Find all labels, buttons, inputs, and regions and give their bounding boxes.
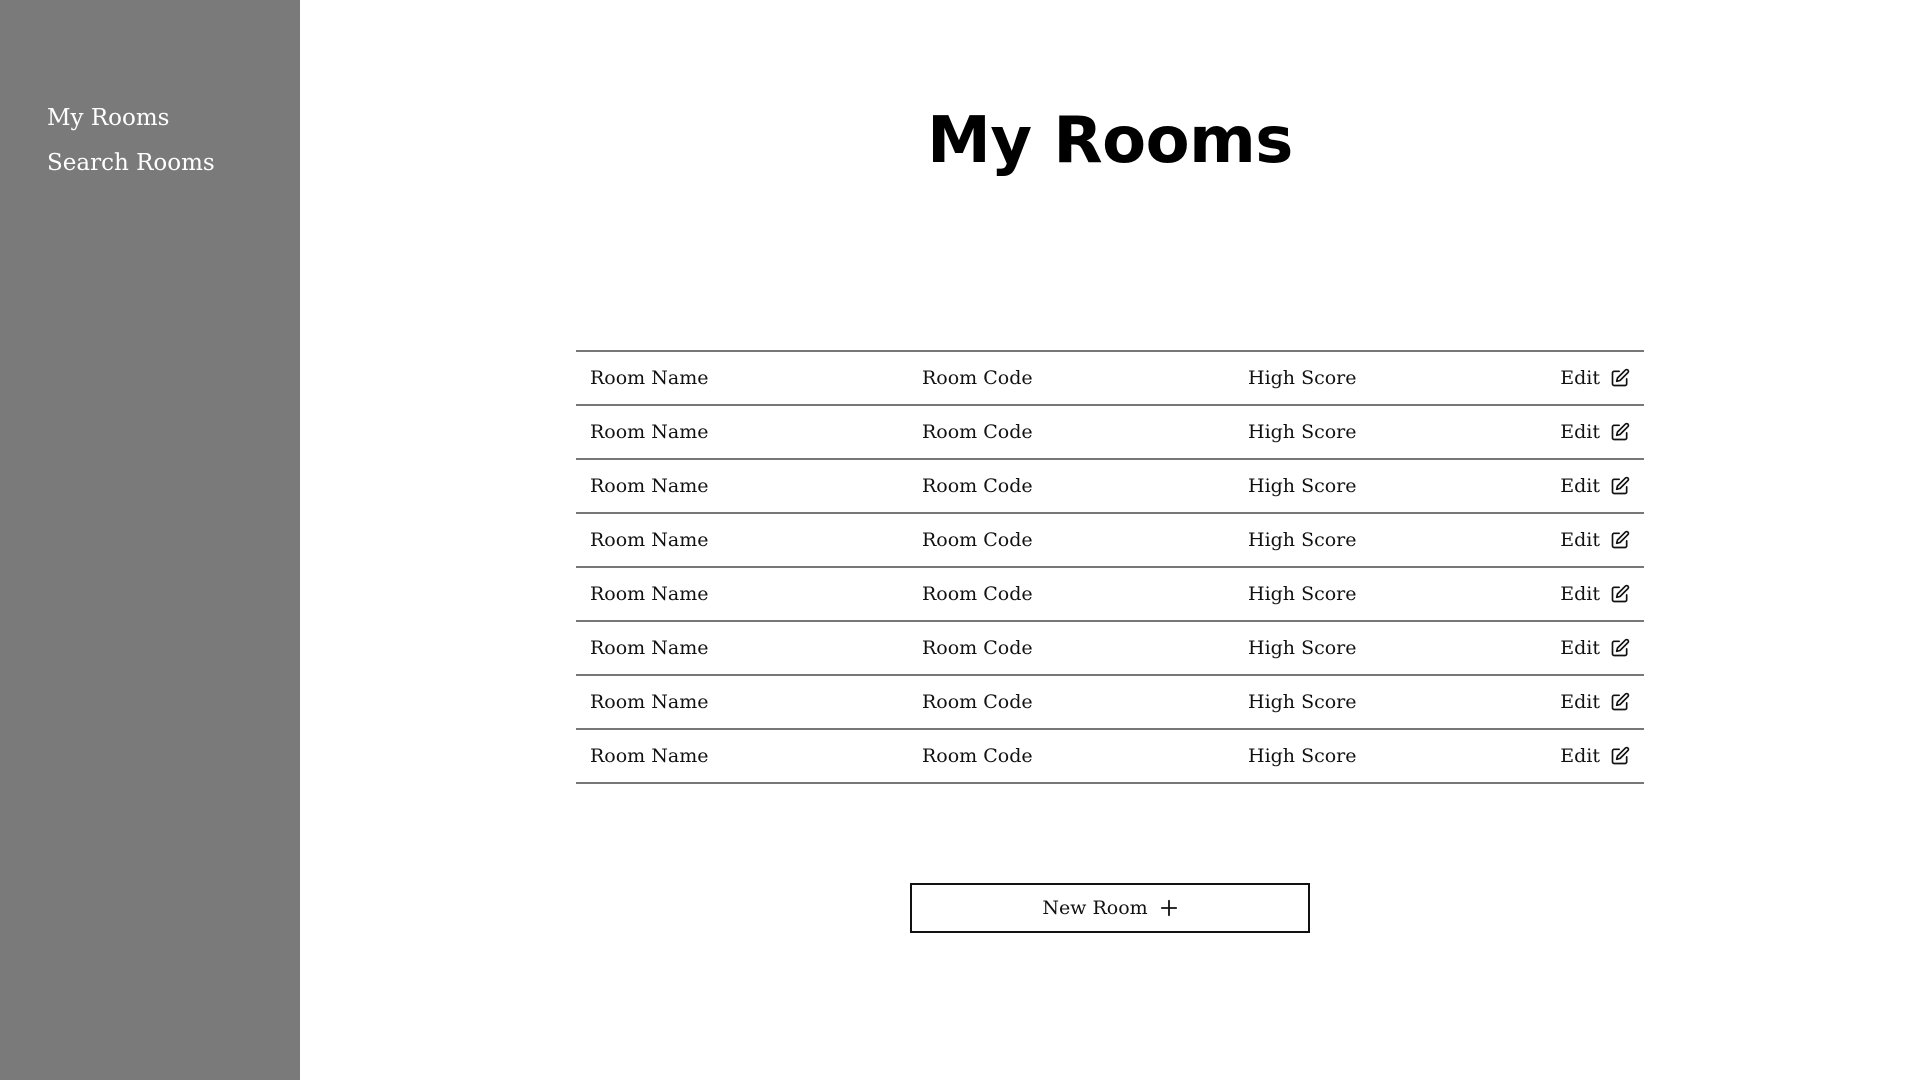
room-name-cell: Room Name bbox=[590, 475, 709, 497]
table-row: Room Name Room Code High Score Edit bbox=[576, 568, 1644, 622]
table-row: Room Name Room Code High Score Edit bbox=[576, 514, 1644, 568]
room-name-cell: Room Name bbox=[590, 637, 709, 659]
room-code-cell: Room Code bbox=[922, 529, 1033, 551]
edit-button[interactable]: Edit bbox=[1560, 568, 1630, 620]
sidebar: My Rooms Search Rooms bbox=[0, 0, 300, 1080]
table-row: Room Name Room Code High Score Edit bbox=[576, 352, 1644, 406]
high-score-cell: High Score bbox=[1248, 529, 1357, 551]
edit-button[interactable]: Edit bbox=[1560, 622, 1630, 674]
plus-icon bbox=[1160, 899, 1177, 917]
edit-label: Edit bbox=[1560, 583, 1600, 605]
rooms-table: Room Name Room Code High Score Edit Room… bbox=[576, 350, 1644, 784]
high-score-cell: High Score bbox=[1248, 475, 1357, 497]
room-name-cell: Room Name bbox=[590, 691, 709, 713]
edit-icon bbox=[1611, 368, 1630, 387]
room-code-cell: Room Code bbox=[922, 367, 1033, 389]
room-code-cell: Room Code bbox=[922, 583, 1033, 605]
edit-icon bbox=[1611, 638, 1630, 657]
table-row: Room Name Room Code High Score Edit bbox=[576, 730, 1644, 784]
edit-button[interactable]: Edit bbox=[1560, 352, 1630, 404]
room-code-cell: Room Code bbox=[922, 475, 1033, 497]
new-room-button[interactable]: New Room bbox=[910, 883, 1310, 933]
high-score-cell: High Score bbox=[1248, 637, 1357, 659]
room-name-cell: Room Name bbox=[590, 421, 709, 443]
room-name-cell: Room Name bbox=[590, 367, 709, 389]
sidebar-item-my-rooms[interactable]: My Rooms bbox=[47, 96, 215, 141]
page-title: My Rooms bbox=[927, 104, 1293, 178]
edit-icon bbox=[1611, 692, 1630, 711]
edit-icon bbox=[1611, 530, 1630, 549]
edit-icon bbox=[1611, 746, 1630, 765]
edit-label: Edit bbox=[1560, 637, 1600, 659]
edit-label: Edit bbox=[1560, 475, 1600, 497]
edit-icon bbox=[1611, 584, 1630, 603]
table-row: Room Name Room Code High Score Edit bbox=[576, 406, 1644, 460]
high-score-cell: High Score bbox=[1248, 745, 1357, 767]
high-score-cell: High Score bbox=[1248, 367, 1357, 389]
table-row: Room Name Room Code High Score Edit bbox=[576, 460, 1644, 514]
new-room-label: New Room bbox=[1042, 897, 1148, 919]
edit-label: Edit bbox=[1560, 529, 1600, 551]
table-row: Room Name Room Code High Score Edit bbox=[576, 676, 1644, 730]
high-score-cell: High Score bbox=[1248, 691, 1357, 713]
high-score-cell: High Score bbox=[1248, 583, 1357, 605]
room-code-cell: Room Code bbox=[922, 421, 1033, 443]
edit-icon bbox=[1611, 476, 1630, 495]
room-code-cell: Room Code bbox=[922, 745, 1033, 767]
room-name-cell: Room Name bbox=[590, 529, 709, 551]
room-name-cell: Room Name bbox=[590, 583, 709, 605]
edit-icon bbox=[1611, 422, 1630, 441]
edit-button[interactable]: Edit bbox=[1560, 730, 1630, 782]
room-code-cell: Room Code bbox=[922, 637, 1033, 659]
edit-button[interactable]: Edit bbox=[1560, 676, 1630, 728]
edit-button[interactable]: Edit bbox=[1560, 406, 1630, 458]
room-code-cell: Room Code bbox=[922, 691, 1033, 713]
high-score-cell: High Score bbox=[1248, 421, 1357, 443]
edit-label: Edit bbox=[1560, 745, 1600, 767]
table-row: Room Name Room Code High Score Edit bbox=[576, 622, 1644, 676]
edit-label: Edit bbox=[1560, 421, 1600, 443]
room-name-cell: Room Name bbox=[590, 745, 709, 767]
edit-label: Edit bbox=[1560, 367, 1600, 389]
sidebar-nav: My Rooms Search Rooms bbox=[47, 96, 215, 186]
sidebar-item-search-rooms[interactable]: Search Rooms bbox=[47, 141, 215, 186]
main-content: My Rooms Room Name Room Code High Score … bbox=[300, 0, 1920, 1080]
edit-label: Edit bbox=[1560, 691, 1600, 713]
edit-button[interactable]: Edit bbox=[1560, 514, 1630, 566]
edit-button[interactable]: Edit bbox=[1560, 460, 1630, 512]
